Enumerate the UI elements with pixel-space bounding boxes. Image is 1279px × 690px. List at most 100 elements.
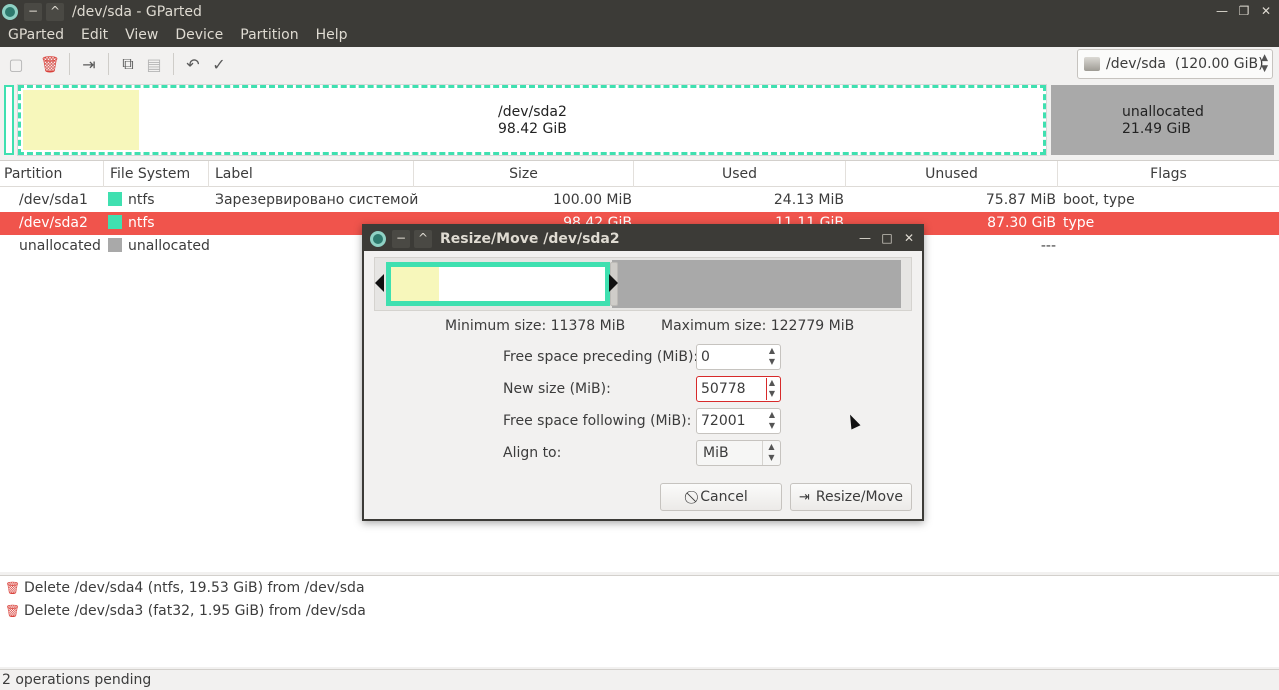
cell-partition: unallocated xyxy=(19,238,101,254)
spin-arrows-icon[interactable]: ▲ ▼ xyxy=(764,409,780,433)
align-to-combo[interactable]: MiB ▲ ▼ xyxy=(696,440,781,466)
diskmap-unallocated[interactable]: unallocated 21.49 GiB xyxy=(1051,85,1274,155)
drive-icon xyxy=(1084,57,1100,71)
header-used[interactable]: Used xyxy=(634,161,846,187)
left-resize-handle-icon[interactable] xyxy=(375,274,384,292)
resize-move-button[interactable]: ⇥ Resize/Move xyxy=(790,483,912,511)
cancel-button-label: Cancel xyxy=(700,489,748,505)
chevron-updown-icon: ▲ ▼ xyxy=(1261,53,1268,74)
device-selector-value: /dev/sda (120.00 GiB) xyxy=(1106,56,1264,72)
menu-gparted[interactable]: GParted xyxy=(8,27,64,43)
diskmap-unallocated-size: 21.49 GiB xyxy=(1122,121,1191,137)
header-flags[interactable]: Flags xyxy=(1058,161,1279,187)
diskmap-sda2-label: /dev/sda2 98.42 GiB xyxy=(498,104,567,138)
right-resize-handle-icon[interactable] xyxy=(609,274,618,292)
header-label[interactable]: Label xyxy=(211,161,414,187)
undo-icon[interactable]: ↶ xyxy=(180,51,206,77)
window-restore-icon[interactable]: ❐ xyxy=(1237,2,1251,20)
diskmap-unallocated-name: unallocated xyxy=(1122,104,1204,120)
dialog-minimize-icon[interactable]: — xyxy=(858,229,872,247)
toolbar-separator xyxy=(69,53,70,75)
cancel-button[interactable]: ⃠Cancel xyxy=(660,483,782,511)
diskmap-sda2-name: /dev/sda2 xyxy=(498,104,567,120)
cell-label: Зарезервировано системой xyxy=(215,192,419,208)
partition-block[interactable] xyxy=(386,262,610,306)
operation-item[interactable]: 🗑 Delete /dev/sda3 (fat32, 1.95 GiB) from… xyxy=(0,600,366,623)
paste-icon[interactable]: ▤ xyxy=(141,51,167,77)
toolbar: ▢ 🗑 ⇥ ⧉ ▤ ↶ ✓ /dev/sda (120.00 GiB) ▲ ▼ xyxy=(0,47,1279,81)
cell-filesystem: ntfs xyxy=(108,189,155,212)
operation-item[interactable]: 🗑 Delete /dev/sda4 (ntfs, 19.53 GiB) from… xyxy=(0,577,365,600)
cell-size: 100.00 MiB xyxy=(552,192,632,208)
chevron-updown-icon: ▲ ▼ xyxy=(762,441,780,465)
cell-partition: /dev/sda1 xyxy=(19,192,88,208)
toolbar-separator xyxy=(173,53,174,75)
menu-device[interactable]: Device xyxy=(175,27,223,43)
status-bar: 2 operations pending xyxy=(0,669,1279,690)
header-filesystem[interactable]: File System xyxy=(106,161,209,187)
trash-icon: 🗑 xyxy=(5,581,21,595)
diskmap-sda2[interactable]: /dev/sda2 98.42 GiB xyxy=(17,84,1047,156)
free-following-spin[interactable]: ▲▼ xyxy=(696,408,781,434)
diskmap-sda2-size: 98.42 GiB xyxy=(498,121,567,137)
free-following-label: Free space following (MiB): xyxy=(503,413,692,429)
trash-icon: 🗑 xyxy=(5,604,21,618)
cell-partition: /dev/sda2 xyxy=(19,215,88,231)
free-preceding-input[interactable] xyxy=(699,346,765,368)
operation-text: Delete /dev/sda4 (ntfs, 19.53 GiB) from … xyxy=(24,580,365,596)
free-preceding-spin[interactable]: ▲▼ xyxy=(696,344,781,370)
table-row-sda1[interactable]: /dev/sda1 ntfs Зарезервировано системой … xyxy=(0,189,1279,212)
window-close-icon[interactable]: ✕ xyxy=(1259,2,1273,20)
cell-filesystem-text: ntfs xyxy=(128,192,155,208)
resize-move-icon[interactable]: ⇥ xyxy=(76,51,102,77)
device-selector[interactable]: /dev/sda (120.00 GiB) ▲ ▼ xyxy=(1077,49,1273,79)
disk-map: /dev/sda2 98.42 GiB unallocated 21.49 Gi… xyxy=(0,83,1279,157)
copy-icon[interactable]: ⧉ xyxy=(115,51,141,77)
header-size[interactable]: Size xyxy=(414,161,634,187)
dialog-maximize-icon[interactable]: □ xyxy=(880,229,894,247)
spin-arrows-icon[interactable]: ▲ ▼ xyxy=(764,345,780,369)
fs-color-swatch xyxy=(108,238,122,252)
cell-filesystem-text: ntfs xyxy=(128,215,155,231)
cell-unused: 75.87 MiB xyxy=(985,192,1056,208)
partition-used-block xyxy=(391,267,439,301)
menubar: GParted Edit View Device Partition Help xyxy=(0,23,1279,47)
new-partition-icon[interactable]: ▢ xyxy=(3,51,29,77)
cell-used: 24.13 MiB xyxy=(773,192,844,208)
menu-partition[interactable]: Partition xyxy=(240,27,298,43)
resize-move-dialog: − ^ Resize/Move /dev/sda2 — □ ✕ Minimum … xyxy=(362,224,924,521)
header-unused[interactable]: Unused xyxy=(846,161,1058,187)
diskmap-sda1[interactable] xyxy=(4,85,14,155)
new-size-spin[interactable]: ▲▼ xyxy=(696,376,781,402)
maximum-size-label: Maximum size: 122779 MiB xyxy=(661,318,855,334)
minimum-size-label: Minimum size: 11378 MiB xyxy=(445,318,626,334)
cell-filesystem-text: unallocated xyxy=(128,238,210,254)
cell-filesystem: unallocated xyxy=(108,235,210,258)
maximize-up-icon[interactable]: ^ xyxy=(46,2,64,21)
dialog-title: Resize/Move /dev/sda2 xyxy=(440,230,620,247)
menu-help[interactable]: Help xyxy=(316,27,348,43)
dialog-titlebar: − ^ Resize/Move /dev/sda2 — □ ✕ xyxy=(364,226,922,251)
resize-partition-map[interactable] xyxy=(374,257,912,311)
header-partition[interactable]: Partition xyxy=(0,161,104,187)
cell-flags: type xyxy=(1063,215,1095,231)
spin-arrows-icon[interactable]: ▲ ▼ xyxy=(764,377,780,401)
apply-icon[interactable]: ✓ xyxy=(206,51,232,77)
window-minimize-icon[interactable]: — xyxy=(1215,2,1229,20)
menu-edit[interactable]: Edit xyxy=(81,27,108,43)
window-title: /dev/sda - GParted xyxy=(72,3,202,20)
diskmap-sda2-used xyxy=(23,90,139,150)
dialog-close-icon[interactable]: ✕ xyxy=(902,229,916,247)
maximize-up-icon[interactable]: ^ xyxy=(414,229,432,248)
cell-flags: boot, type xyxy=(1063,192,1135,208)
window-titlebar: − ^ /dev/sda - GParted — ❐ ✕ xyxy=(0,0,1279,23)
new-size-input[interactable] xyxy=(699,378,767,400)
free-following-input[interactable] xyxy=(699,410,765,432)
gparted-app-icon xyxy=(370,230,386,247)
new-size-label: New size (MiB): xyxy=(503,381,611,397)
minimize-icon[interactable]: − xyxy=(24,2,42,21)
menu-view[interactable]: View xyxy=(125,27,158,43)
minimize-icon[interactable]: − xyxy=(392,229,410,248)
delete-icon[interactable]: 🗑 xyxy=(37,51,63,77)
free-preceding-label: Free space preceding (MiB): xyxy=(503,349,699,365)
